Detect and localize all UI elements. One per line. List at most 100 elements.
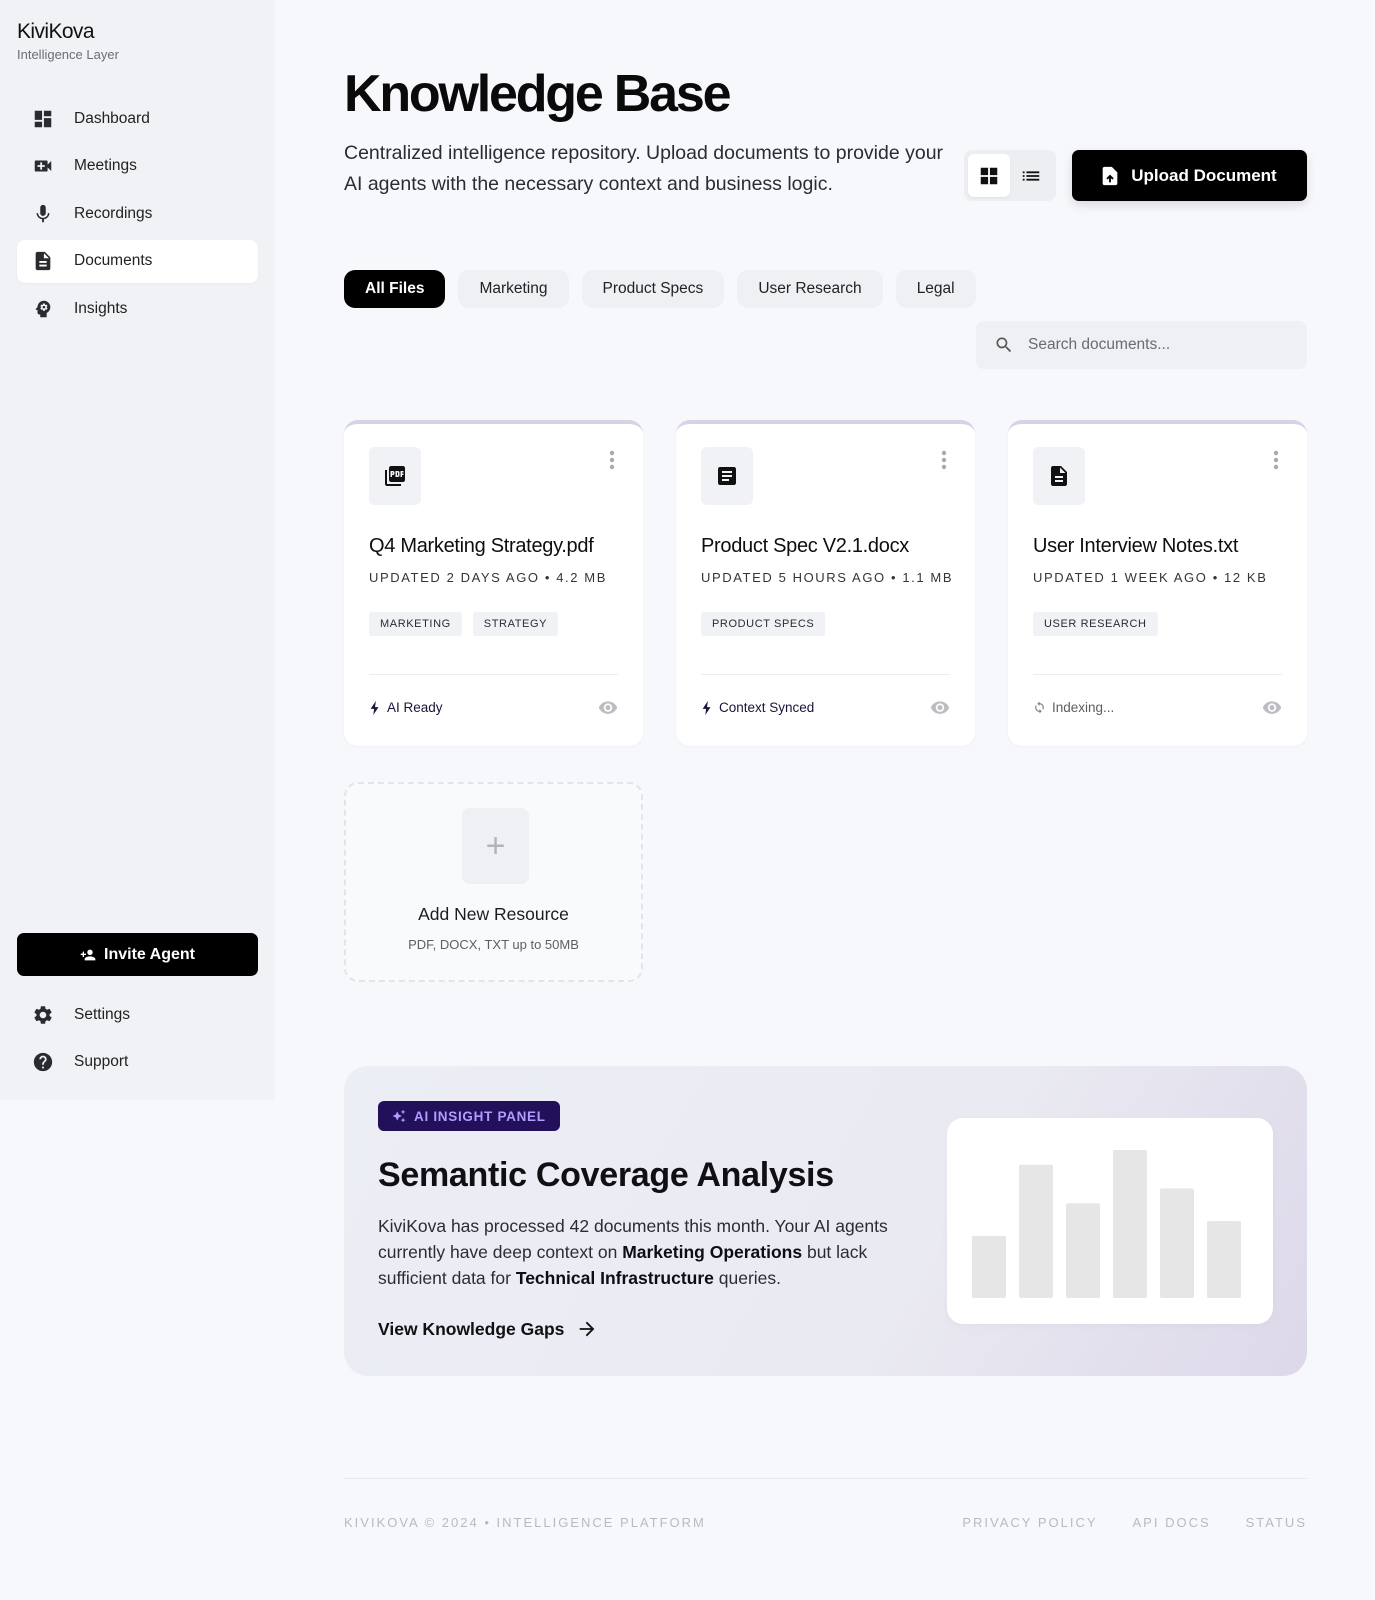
footer-divider bbox=[344, 1478, 1307, 1479]
grid-icon bbox=[980, 167, 998, 184]
page-subtitle: Centralized intelligence repository. Upl… bbox=[344, 142, 944, 195]
bolt-icon bbox=[702, 700, 711, 715]
status-label: Context Synced bbox=[719, 700, 815, 715]
filter-user-research[interactable]: User Research bbox=[737, 270, 883, 308]
footer-copyright: KIVIKOVA © 2024 • INTELLIGENCE PLATFORM bbox=[344, 1515, 706, 1530]
preview-eye-icon[interactable] bbox=[1262, 701, 1282, 715]
document-meta: UPDATED 5 HOURS AGO • 1.1 MB bbox=[701, 570, 954, 585]
more-options-icon[interactable] bbox=[941, 450, 947, 470]
document-status: Indexing... bbox=[1033, 700, 1114, 715]
document-meta: UPDATED 2 DAYS AGO • 4.2 MB bbox=[369, 570, 607, 585]
preview-eye-icon[interactable] bbox=[598, 701, 618, 715]
invite-agent-button[interactable]: Invite Agent bbox=[17, 933, 258, 976]
document-status: AI Ready bbox=[369, 700, 443, 715]
card-divider bbox=[701, 674, 950, 675]
document-card[interactable]: Product Spec V2.1.docx UPDATED 5 HOURS A… bbox=[676, 420, 975, 746]
microphone-icon bbox=[32, 203, 54, 225]
tag: USER RESEARCH bbox=[1033, 612, 1158, 636]
add-resource-title: Add New Resource bbox=[418, 904, 569, 924]
footer-links: PRIVACY POLICY API DOCS STATUS bbox=[962, 1515, 1307, 1530]
coverage-chart bbox=[947, 1118, 1273, 1324]
coverage-bar bbox=[1160, 1188, 1194, 1298]
footer-link-api-docs[interactable]: API DOCS bbox=[1133, 1515, 1211, 1530]
tag: PRODUCT SPECS bbox=[701, 612, 826, 636]
filter-marketing[interactable]: Marketing bbox=[458, 270, 569, 308]
sidebar-item-recordings[interactable]: Recordings bbox=[17, 192, 258, 235]
footer-link-status[interactable]: STATUS bbox=[1246, 1515, 1307, 1530]
sidebar-item-label: Documents bbox=[74, 252, 153, 269]
sidebar-item-insights[interactable]: Insights bbox=[17, 287, 258, 330]
document-tags: PRODUCT SPECS bbox=[701, 612, 826, 636]
sidebar-item-settings[interactable]: Settings bbox=[17, 993, 258, 1036]
arrow-right-icon bbox=[580, 1321, 595, 1337]
document-tags: USER RESEARCH bbox=[1033, 612, 1158, 636]
pdf-icon bbox=[369, 447, 421, 505]
sidebar-item-support[interactable]: Support bbox=[17, 1041, 258, 1084]
document-name: Product Spec V2.1.docx bbox=[701, 535, 909, 557]
document-icon bbox=[32, 250, 54, 272]
search-input[interactable] bbox=[1028, 336, 1298, 354]
dashboard-icon bbox=[32, 108, 54, 130]
sidebar-item-label: Insights bbox=[74, 299, 128, 317]
upload-document-label: Upload Document bbox=[1131, 166, 1277, 185]
insights-icon bbox=[32, 298, 54, 320]
video-icon bbox=[32, 155, 54, 177]
insight-title: Semantic Coverage Analysis bbox=[378, 1156, 834, 1194]
preview-eye-icon[interactable] bbox=[930, 701, 950, 715]
add-person-icon bbox=[80, 949, 96, 960]
insight-badge-label: AI INSIGHT PANEL bbox=[414, 1108, 546, 1124]
sidebar-item-documents[interactable]: Documents bbox=[17, 239, 258, 283]
text-file-icon bbox=[1033, 447, 1085, 505]
view-knowledge-gaps-link[interactable]: View Knowledge Gaps bbox=[378, 1318, 598, 1340]
coverage-bar bbox=[1207, 1221, 1241, 1298]
sidebar-item-label: Meetings bbox=[74, 157, 137, 174]
plus-icon: + bbox=[462, 808, 529, 884]
insight-body-text: queries. bbox=[713, 1268, 782, 1288]
tag: STRATEGY bbox=[472, 612, 559, 636]
search-bar bbox=[976, 321, 1307, 369]
sparkle-icon bbox=[392, 1109, 406, 1123]
insight-body-highlight: Technical Infrastructure bbox=[515, 1268, 714, 1288]
coverage-bar-chart bbox=[972, 1150, 1241, 1298]
sidebar-item-label: Recordings bbox=[74, 204, 153, 222]
filter-legal[interactable]: Legal bbox=[895, 270, 976, 308]
article-icon bbox=[701, 447, 753, 505]
card-divider bbox=[369, 674, 618, 675]
brand: KiviKova Intelligence Layer bbox=[17, 20, 119, 62]
tag: MARKETING bbox=[369, 612, 462, 636]
more-options-icon[interactable] bbox=[1273, 450, 1279, 470]
sync-icon bbox=[1035, 701, 1044, 714]
upload-file-icon bbox=[1102, 166, 1118, 185]
coverage-bar bbox=[1019, 1164, 1053, 1298]
coverage-bar bbox=[1066, 1203, 1100, 1298]
insight-body: KiviKova has processed 42 documents this… bbox=[378, 1213, 888, 1291]
footer-link-privacy[interactable]: PRIVACY POLICY bbox=[962, 1515, 1097, 1530]
ai-insight-panel: AI INSIGHT PANEL Semantic Coverage Analy… bbox=[344, 1066, 1307, 1376]
sidebar-item-label: Support bbox=[74, 1053, 129, 1070]
add-resource-card[interactable]: + Add New Resource PDF, DOCX, TXT up to … bbox=[344, 782, 643, 982]
help-icon bbox=[32, 1051, 54, 1073]
page-title: Knowledge Base bbox=[344, 65, 732, 123]
more-options-icon[interactable] bbox=[609, 450, 615, 470]
sidebar-item-meetings[interactable]: Meetings bbox=[17, 145, 258, 188]
document-status: Context Synced bbox=[701, 700, 814, 715]
brand-name: KiviKova bbox=[17, 20, 95, 43]
coverage-bar bbox=[972, 1235, 1006, 1298]
filter-all-files[interactable]: All Files bbox=[344, 270, 446, 308]
grid-view-button[interactable] bbox=[968, 154, 1010, 197]
upload-document-button[interactable]: Upload Document bbox=[1072, 150, 1307, 201]
filter-chips: All Files Marketing Product Specs User R… bbox=[344, 270, 976, 308]
document-name: Q4 Marketing Strategy.pdf bbox=[369, 535, 594, 557]
sidebar-item-dashboard[interactable]: Dashboard bbox=[17, 97, 258, 140]
sidebar-item-label: Settings bbox=[74, 1005, 131, 1023]
view-toggle bbox=[964, 150, 1056, 201]
filter-product-specs[interactable]: Product Specs bbox=[581, 270, 725, 308]
document-card[interactable]: Q4 Marketing Strategy.pdf UPDATED 2 DAYS… bbox=[344, 420, 643, 746]
document-card[interactable]: User Interview Notes.txt UPDATED 1 WEEK … bbox=[1008, 420, 1307, 746]
sidebar-nav: Dashboard Meetings Recordings Documents … bbox=[17, 97, 258, 335]
coverage-bar bbox=[1113, 1150, 1147, 1298]
view-knowledge-gaps-label: View Knowledge Gaps bbox=[378, 1318, 565, 1339]
list-view-button[interactable] bbox=[1010, 154, 1052, 197]
document-meta: UPDATED 1 WEEK AGO • 12 KB bbox=[1033, 570, 1268, 585]
insight-badge: AI INSIGHT PANEL bbox=[378, 1101, 560, 1131]
